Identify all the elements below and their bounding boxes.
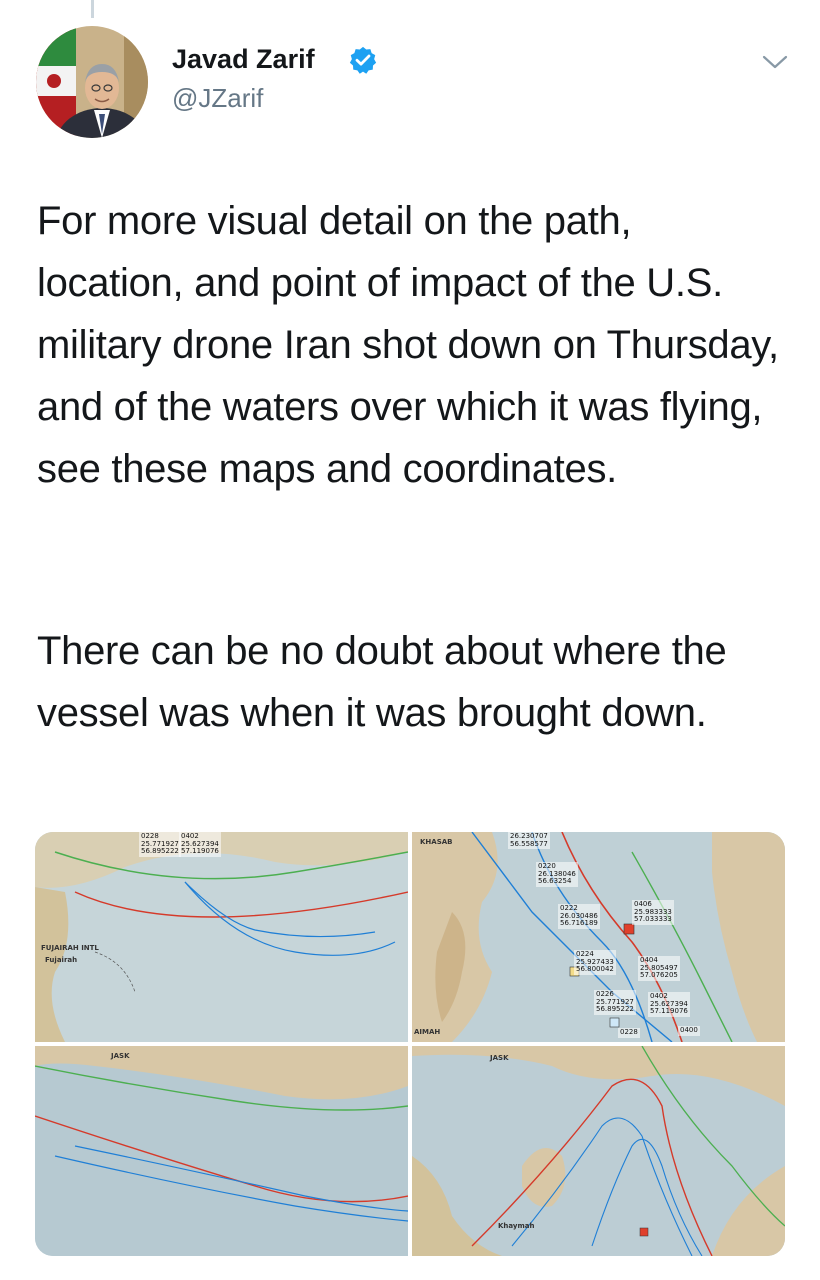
thread-connector-line <box>91 0 94 18</box>
map-graphic-4 <box>412 1046 785 1256</box>
coord-label: 0224 25.927433 56.800042 <box>574 950 616 975</box>
avatar[interactable] <box>36 26 148 138</box>
place-label: FUJAIRAH INTL <box>41 944 99 952</box>
author-name[interactable]: Javad Zarif <box>172 44 315 75</box>
map-graphic-3 <box>35 1046 408 1256</box>
coord-label: 0222 26.030486 56.716189 <box>558 904 600 929</box>
verified-badge-icon <box>349 46 377 74</box>
coord-label: 0402 25.627394 57.119076 <box>179 832 221 857</box>
map-image-1[interactable]: 0228 25.771927 56.895222 0402 25.627394 … <box>35 832 408 1042</box>
coord-label: 0400 <box>678 1026 700 1036</box>
place-label: JASK <box>111 1052 130 1060</box>
tweet-text-paragraph-1: For more visual detail on the path, loca… <box>37 199 779 491</box>
map-image-2[interactable]: KHASAB AIMAH 26.230707 56.558577 0220 26… <box>412 832 785 1042</box>
coord-label: 0226 25.771927 56.895222 <box>594 990 636 1015</box>
place-label: KHASAB <box>420 838 453 846</box>
map-image-3[interactable]: JASK <box>35 1046 408 1256</box>
coord-label: 0220 26.138046 56.63254 <box>536 862 578 887</box>
coord-label: 0404 25.805497 57.076205 <box>638 956 680 981</box>
profile-photo <box>36 26 148 138</box>
place-label: JASK <box>490 1054 509 1062</box>
coord-label: 0228 25.771927 56.895222 <box>139 832 181 857</box>
coord-label: 26.230707 56.558577 <box>508 832 550 849</box>
map-image-4[interactable]: JASK Khaymah <box>412 1046 785 1256</box>
author-handle[interactable]: @JZarif <box>172 83 263 114</box>
place-label: Fujairah <box>45 956 78 964</box>
media-grid[interactable]: 0228 25.771927 56.895222 0402 25.627394 … <box>35 832 785 1256</box>
coord-label: 0228 <box>618 1028 640 1038</box>
place-label: AIMAH <box>414 1028 441 1036</box>
place-label: Khaymah <box>498 1222 535 1230</box>
coord-label: 0402 25.627394 57.119076 <box>648 992 690 1017</box>
chevron-down-icon[interactable] <box>760 52 790 72</box>
map-graphic-1 <box>35 832 408 1042</box>
coord-label: 0406 25.983333 57.033333 <box>632 900 674 925</box>
tweet-text-paragraph-2: There can be no doubt about where the ve… <box>37 629 727 735</box>
